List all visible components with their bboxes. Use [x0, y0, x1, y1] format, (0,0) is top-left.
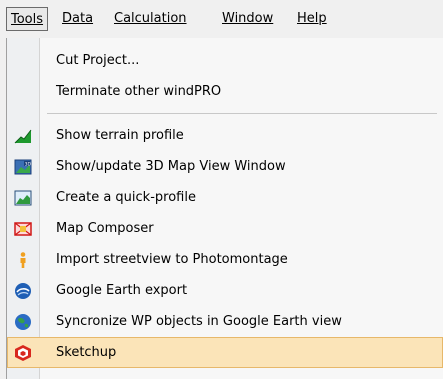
menu-separator — [47, 113, 437, 114]
menu-item-label: Syncronize WP objects in Google Earth vi… — [56, 314, 342, 329]
menu-help[interactable]: Help — [293, 7, 331, 31]
menu-data[interactable]: Data — [58, 7, 97, 31]
menu-item-import-streetview[interactable]: Import streetview to Photomontage — [7, 244, 443, 275]
3d-map-icon: 3D — [14, 158, 32, 176]
menu-item-sketchup[interactable]: Sketchup — [7, 337, 443, 368]
menu-item-label: Map Composer — [56, 221, 154, 236]
quick-profile-icon — [14, 189, 32, 207]
menu-calculation[interactable]: Calculation — [110, 7, 191, 31]
menu-item-label: Terminate other windPRO — [56, 84, 222, 99]
menu-item-syncronize-google-earth[interactable]: Syncronize WP objects in Google Earth vi… — [7, 306, 443, 337]
svg-text:3D: 3D — [25, 161, 32, 167]
menu-item-label: Sketchup — [56, 345, 117, 360]
menu-item-label: Google Earth export — [56, 283, 188, 298]
menu-window[interactable]: Window — [218, 7, 277, 31]
streetview-person-icon — [14, 251, 32, 269]
menu-item-quick-profile[interactable]: Create a quick-profile — [7, 182, 443, 213]
menu-item-map-composer[interactable]: Map Composer — [7, 213, 443, 244]
terrain-profile-icon — [14, 127, 32, 145]
menu-calculation-label: Calculation — [114, 11, 187, 26]
map-composer-icon — [14, 220, 32, 238]
menu-window-label: Window — [222, 11, 274, 26]
menu-item-label: Show terrain profile — [56, 128, 184, 143]
menu-tools[interactable]: Tools — [6, 7, 49, 31]
menu-item-label: Show/update 3D Map View Window — [56, 159, 286, 174]
menu-item-cut-project[interactable]: Cut Project... — [7, 45, 443, 76]
menu-item-google-earth-export[interactable]: Google Earth export — [7, 275, 443, 306]
menu-item-label: Create a quick-profile — [56, 190, 196, 205]
sync-globe-icon — [14, 313, 32, 331]
menu-item-terminate-windpro[interactable]: Terminate other windPRO — [7, 76, 443, 107]
menu-bar: Tools Data Calculation Window Help — [0, 0, 443, 38]
google-earth-icon — [14, 282, 32, 300]
menu-item-show-terrain-profile[interactable]: Show terrain profile — [7, 120, 443, 151]
menu-item-label: Import streetview to Photomontage — [56, 252, 288, 267]
menu-data-label: Data — [62, 11, 94, 26]
tools-dropdown-menu: Cut Project... Terminate other windPRO S… — [6, 38, 443, 379]
menu-item-label: Cut Project... — [56, 53, 140, 68]
menu-tools-label: Tools — [11, 12, 44, 27]
sketchup-icon — [14, 344, 32, 362]
menu-item-3d-map-view[interactable]: 3D Show/update 3D Map View Window — [7, 151, 443, 182]
menu-help-label: Help — [297, 11, 327, 26]
